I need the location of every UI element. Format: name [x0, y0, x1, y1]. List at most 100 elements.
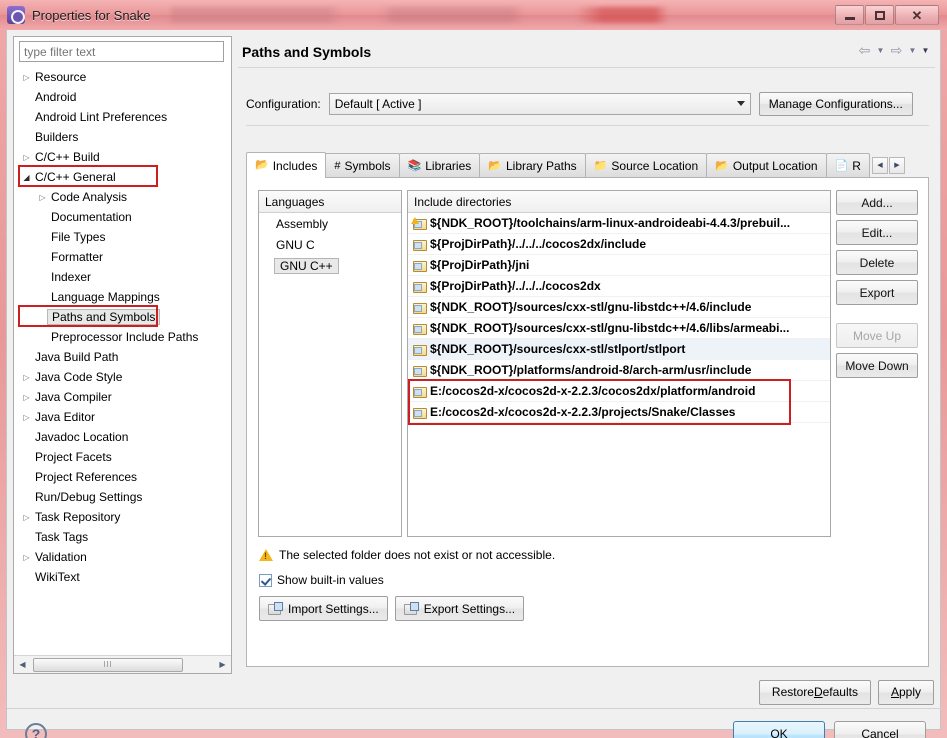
export-icon — [403, 602, 419, 615]
back-arrow-icon[interactable]: ⇦ — [856, 42, 873, 58]
scroll-right-arrow-icon[interactable]: ▶ — [214, 657, 231, 673]
configuration-select[interactable]: Default [ Active ] — [328, 93, 751, 115]
forward-arrow-icon[interactable]: ⇨ — [888, 42, 905, 58]
sidebar-item-label: Java Compiler — [35, 390, 112, 404]
back-history-chevron-down-icon[interactable]: ▼ — [875, 42, 886, 58]
tab-label: Symbols — [344, 159, 391, 173]
scrollbar-thumb[interactable]: ǀǀǀ — [33, 657, 183, 672]
ok-button[interactable]: OK — [733, 720, 825, 738]
forward-history-chevron-down-icon[interactable]: ▼ — [907, 42, 918, 58]
sidebar-item-android[interactable]: Android — [14, 87, 231, 107]
maximize-button[interactable] — [865, 5, 894, 25]
include-directory-row[interactable]: ${NDK_ROOT}/toolchains/arm-linux-android… — [408, 213, 830, 234]
include-directory-row[interactable]: ${NDK_ROOT}/sources/cxx-stl/gnu-libstdc+… — [408, 297, 830, 318]
import-settings-button[interactable]: Import Settings... — [259, 596, 388, 621]
include-directories-list[interactable]: Include directories ${NDK_ROOT}/toolchai… — [407, 190, 831, 537]
language-item-gnu-c[interactable]: GNU C — [259, 234, 401, 255]
language-item-assembly[interactable]: Assembly — [259, 213, 401, 234]
tab-libraries[interactable]: 📚 Libraries — [398, 153, 481, 178]
sidebar-item-file-types[interactable]: File Types — [14, 227, 231, 247]
sidebar-item-resource[interactable]: ▷ Resource — [14, 67, 231, 87]
sidebar-item-indexer[interactable]: Indexer — [14, 267, 231, 287]
manage-configurations-button[interactable]: Manage Configurations... — [758, 92, 913, 116]
cancel-button[interactable]: Cancel — [834, 720, 926, 738]
minimize-button[interactable] — [835, 5, 864, 25]
sidebar-item-task-tags[interactable]: Task Tags — [14, 527, 231, 547]
sidebar-item-paths-and-symbols[interactable]: Paths and Symbols — [14, 307, 231, 327]
sidebar-item-java-code-style[interactable]: ▷ Java Code Style — [14, 367, 231, 387]
show-builtin-values-checkbox[interactable] — [259, 573, 272, 587]
include-directory-row[interactable]: ${NDK_ROOT}/platforms/android-8/arch-arm… — [408, 360, 830, 381]
tab-symbols[interactable]: # Symbols — [325, 153, 400, 178]
title-bar-blurred-region — [170, 7, 825, 23]
tab-scroll-right-button[interactable]: ▶ — [888, 156, 905, 174]
sidebar-item-label: WikiText — [35, 570, 80, 584]
tab-source-location[interactable]: 📁 Source Location — [584, 153, 708, 178]
scroll-left-arrow-icon[interactable]: ◀ — [14, 657, 31, 673]
languages-list[interactable]: Languages Assembly GNU C GNU C++ — [258, 190, 402, 537]
sidebar-item-language-mappings[interactable]: Language Mappings — [14, 287, 231, 307]
language-item-gnu-c++[interactable]: GNU C++ — [259, 255, 401, 276]
sidebar-item-formatter[interactable]: Formatter — [14, 247, 231, 267]
sidebar-item-project-facets[interactable]: Project Facets — [14, 447, 231, 467]
include-directory-row[interactable]: E:/cocos2d-x/cocos2d-x-2.2.3/projects/Sn… — [408, 402, 830, 423]
configuration-value: Default [ Active ] — [334, 97, 422, 111]
sidebar-item-builders[interactable]: Builders — [14, 127, 231, 147]
tab-library-paths[interactable]: 📂 Library Paths — [479, 153, 586, 178]
sidebar-item-run-debug-settings[interactable]: Run/Debug Settings — [14, 487, 231, 507]
sidebar-item-project-references[interactable]: Project References — [14, 467, 231, 487]
close-button[interactable]: ✕ — [895, 5, 939, 25]
help-question-icon[interactable]: ? — [25, 723, 47, 738]
sidebar-item-c-c-build[interactable]: ▷ C/C++ Build — [14, 147, 231, 167]
include-directory-row[interactable]: ${ProjDirPath}/jni — [408, 255, 830, 276]
show-builtin-values-row[interactable]: Show built-in values — [259, 573, 384, 587]
filter-input[interactable] — [19, 41, 224, 62]
move-down-button[interactable]: Move Down — [836, 353, 918, 378]
tab-scroll-buttons: ◀ ▶ — [871, 156, 905, 174]
include-directory-row[interactable]: ${NDK_ROOT}/sources/cxx-stl/gnu-libstdc+… — [408, 318, 830, 339]
sidebar-item-c-c-general[interactable]: ◢ C/C++ General — [14, 167, 231, 187]
collapse-arrow-icon[interactable]: ◢ — [20, 173, 33, 182]
delete-button[interactable]: Delete — [836, 250, 918, 275]
include-directory-row[interactable]: ${NDK_ROOT}/sources/cxx-stl/stlport/stlp… — [408, 339, 830, 360]
sidebar-item-java-compiler[interactable]: ▷ Java Compiler — [14, 387, 231, 407]
sidebar-item-label: Java Build Path — [35, 350, 119, 364]
expand-arrow-icon[interactable]: ▷ — [20, 513, 33, 522]
sidebar-item-java-build-path[interactable]: Java Build Path — [14, 347, 231, 367]
include-directory-row[interactable]: ${ProjDirPath}/../../../cocos2dx — [408, 276, 830, 297]
tab-output-location[interactable]: 📂 Output Location — [706, 153, 827, 178]
expand-arrow-icon[interactable]: ▷ — [36, 193, 49, 202]
apply-button[interactable]: Apply — [877, 679, 934, 705]
export-button[interactable]: Export — [836, 280, 918, 305]
sidebar-item-validation[interactable]: ▷ Validation — [14, 547, 231, 567]
sidebar-item-task-repository[interactable]: ▷ Task Repository — [14, 507, 231, 527]
sidebar-item-code-analysis[interactable]: ▷ Code Analysis — [14, 187, 231, 207]
expand-arrow-icon[interactable]: ▷ — [20, 553, 33, 562]
preference-tree[interactable]: ▷ Resource Android Android Lint Preferenc… — [14, 67, 231, 645]
edit-button[interactable]: Edit... — [836, 220, 918, 245]
add-button[interactable]: Add... — [836, 190, 918, 215]
restore-defaults-button[interactable]: Restore Defaults — [758, 679, 871, 705]
expand-arrow-icon[interactable]: ▷ — [20, 393, 33, 402]
sidebar-item-javadoc-location[interactable]: Javadoc Location — [14, 427, 231, 447]
expand-arrow-icon[interactable]: ▷ — [20, 153, 33, 162]
sidebar-item-documentation[interactable]: Documentation — [14, 207, 231, 227]
expand-arrow-icon[interactable]: ▷ — [20, 413, 33, 422]
expand-arrow-icon[interactable]: ▷ — [20, 73, 33, 82]
export-settings-button[interactable]: Export Settings... — [394, 596, 525, 621]
move-up-button: Move Up — [836, 323, 918, 348]
tab-r[interactable]: 📄 R — [825, 153, 870, 178]
tree-horizontal-scrollbar[interactable]: ◀ ǀǀǀ ▶ — [14, 655, 231, 673]
expand-arrow-icon[interactable]: ▷ — [20, 373, 33, 382]
sidebar-item-wikitext[interactable]: WikiText — [14, 567, 231, 587]
page-menu-chevron-down-icon[interactable]: ▼ — [920, 42, 931, 58]
sidebar-item-label: Java Editor — [35, 410, 96, 424]
include-directory-row[interactable]: E:/cocos2d-x/cocos2d-x-2.2.3/cocos2dx/pl… — [408, 381, 830, 402]
include-directory-row[interactable]: ${ProjDirPath}/../../../cocos2dx/include — [408, 234, 830, 255]
sidebar-item-android-lint-preferences[interactable]: Android Lint Preferences — [14, 107, 231, 127]
settings-button-label: Import Settings... — [288, 601, 379, 616]
tab-scroll-left-button[interactable]: ◀ — [871, 156, 888, 174]
tab-includes[interactable]: 📂 Includes — [246, 152, 327, 178]
sidebar-item-java-editor[interactable]: ▷ Java Editor — [14, 407, 231, 427]
sidebar-item-preprocessor-include-paths[interactable]: Preprocessor Include Paths — [14, 327, 231, 347]
